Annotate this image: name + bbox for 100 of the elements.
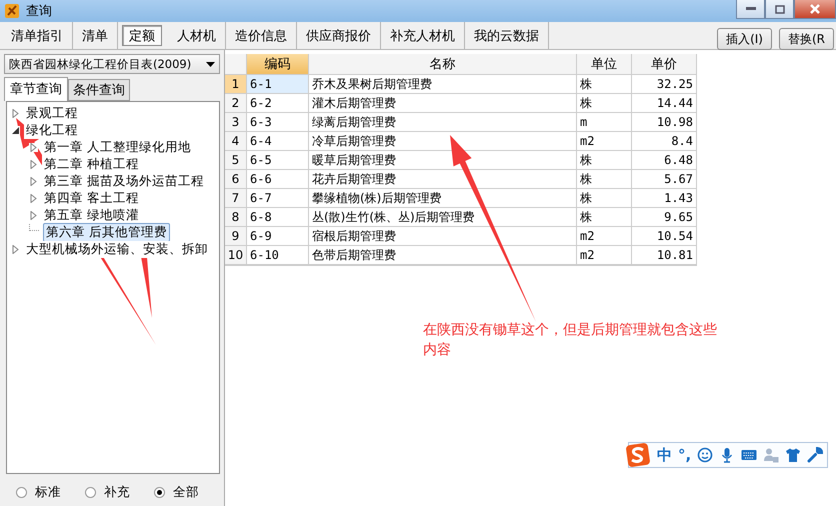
table-cell: 灌木后期管理费: [309, 94, 577, 113]
tab[interactable]: 供应商报价: [297, 22, 381, 49]
table-cell: m2: [577, 132, 632, 151]
row-number: 10: [225, 246, 247, 265]
tab[interactable]: 清单指引: [2, 22, 73, 49]
ime-mode[interactable]: 中: [657, 446, 672, 464]
table-cell: 6-5: [247, 151, 309, 170]
library-dropdown[interactable]: 陕西省园林绿化工程价目表(2009): [4, 54, 220, 74]
table-cell: 6-6: [247, 170, 309, 189]
column-header[interactable]: 单价: [632, 54, 697, 75]
table-cell: 暖草后期管理费: [309, 151, 577, 170]
table-cell: 32.25: [632, 75, 697, 94]
table-cell: 丛(散)生竹(株、丛)后期管理费: [309, 208, 577, 227]
expand-icon[interactable]: [11, 109, 20, 118]
wrench-icon[interactable]: [807, 447, 824, 463]
table-cell: 株: [577, 189, 632, 208]
tree-item[interactable]: 第五章 绿地喷灌: [42, 207, 141, 224]
tree-item[interactable]: 第一章 人工整理绿化用地: [42, 139, 193, 156]
table-cell: 株: [577, 208, 632, 227]
table-cell: 6-10: [247, 246, 309, 265]
radio-option[interactable]: 补充: [85, 484, 130, 501]
column-header[interactable]: 名称: [309, 54, 577, 75]
table-cell: 冷草后期管理费: [309, 132, 577, 151]
tree-item[interactable]: 第六章 后其他管理费: [43, 223, 170, 242]
table-cell: 5.67: [632, 170, 697, 189]
sub-tab[interactable]: 条件查询: [68, 79, 130, 101]
expand-icon[interactable]: [29, 177, 38, 186]
tab[interactable]: 清单: [73, 22, 118, 49]
tree-item[interactable]: 绿化工程: [24, 122, 80, 139]
expand-icon[interactable]: [29, 194, 38, 203]
table-cell: 乔木及果树后期管理费: [309, 75, 577, 94]
minimize-button[interactable]: [736, 0, 765, 19]
sub-tab[interactable]: 章节查询: [4, 77, 68, 101]
table-cell: 10.98: [632, 113, 697, 132]
expand-icon[interactable]: [29, 160, 38, 169]
table-cell: 6-1: [247, 75, 309, 94]
table-cell: 株: [577, 94, 632, 113]
table-cell: 9.65: [632, 208, 697, 227]
table-cell: m2: [577, 246, 632, 265]
table-cell: 6-2: [247, 94, 309, 113]
close-icon: [810, 4, 820, 14]
row-number: 3: [225, 113, 247, 132]
tab[interactable]: 人材机: [168, 22, 226, 49]
table-cell: 1.43: [632, 189, 697, 208]
maximize-icon: [774, 4, 784, 14]
smiley-icon[interactable]: [697, 447, 714, 463]
row-number: 9: [225, 227, 247, 246]
tree-item[interactable]: 第四章 客土工程: [42, 190, 141, 207]
table-cell: 6-8: [247, 208, 309, 227]
table-cell: 株: [577, 75, 632, 94]
tree-item[interactable]: 景观工程: [24, 105, 80, 122]
table-cell: 6.48: [632, 151, 697, 170]
expand-icon[interactable]: [11, 245, 20, 254]
row-number: 7: [225, 189, 247, 208]
table-cell: 株: [577, 151, 632, 170]
table-cell: 花卉后期管理费: [309, 170, 577, 189]
radio-option[interactable]: 全部: [154, 484, 199, 501]
table-cell: m2: [577, 227, 632, 246]
tree-item[interactable]: 第三章 掘苗及场外运苗工程: [42, 173, 206, 190]
expand-icon[interactable]: [29, 211, 38, 220]
app-icon: [4, 3, 20, 19]
table-cell: 6-9: [247, 227, 309, 246]
shirt-icon[interactable]: [785, 447, 802, 463]
caret-icon: [206, 62, 215, 66]
window-title: 查询: [26, 3, 52, 20]
table-cell: 14.44: [632, 94, 697, 113]
row-number: 4: [225, 132, 247, 151]
annotation-text: 在陕西没有锄草这个，但是后期管理就包含这些内容: [423, 321, 718, 360]
table-cell: 绿蓠后期管理费: [309, 113, 577, 132]
table-cell: m: [577, 113, 632, 132]
table-cell: 色带后期管理费: [309, 246, 577, 265]
row-number: 2: [225, 94, 247, 113]
row-number: 8: [225, 208, 247, 227]
keyboard-icon[interactable]: [741, 447, 758, 463]
row-number: 1: [225, 75, 247, 94]
table-cell: 8.4: [632, 132, 697, 151]
table-cell: 10.54: [632, 227, 697, 246]
tab[interactable]: 补充人材机: [381, 22, 465, 49]
action-button[interactable]: 插入(I): [717, 28, 772, 50]
close-button[interactable]: [794, 0, 836, 19]
tree-item[interactable]: 第二章 种植工程: [42, 156, 141, 173]
table-cell: 10.81: [632, 246, 697, 265]
table-cell: 6-7: [247, 189, 309, 208]
table-cell: 攀缘植物(株)后期管理费: [309, 189, 577, 208]
maximize-button[interactable]: [765, 0, 794, 19]
minimize-icon: [746, 7, 756, 11]
row-number: 5: [225, 151, 247, 170]
column-header[interactable]: 单位: [577, 54, 632, 75]
expand-icon[interactable]: [29, 143, 38, 152]
column-header[interactable]: 编码: [247, 54, 309, 75]
ime-punctuation[interactable]: °,: [678, 446, 692, 464]
table-cell: 株: [577, 170, 632, 189]
table-cell: 6-3: [247, 113, 309, 132]
table-cell: 6-4: [247, 132, 309, 151]
tab[interactable]: 我的云数据: [465, 22, 549, 49]
action-button[interactable]: 替换(R: [778, 28, 834, 50]
table-cell: 宿根后期管理费: [309, 227, 577, 246]
radio-option[interactable]: 标准: [16, 484, 61, 501]
tab[interactable]: 造价信息: [226, 22, 297, 49]
tab[interactable]: 定额: [122, 25, 162, 46]
